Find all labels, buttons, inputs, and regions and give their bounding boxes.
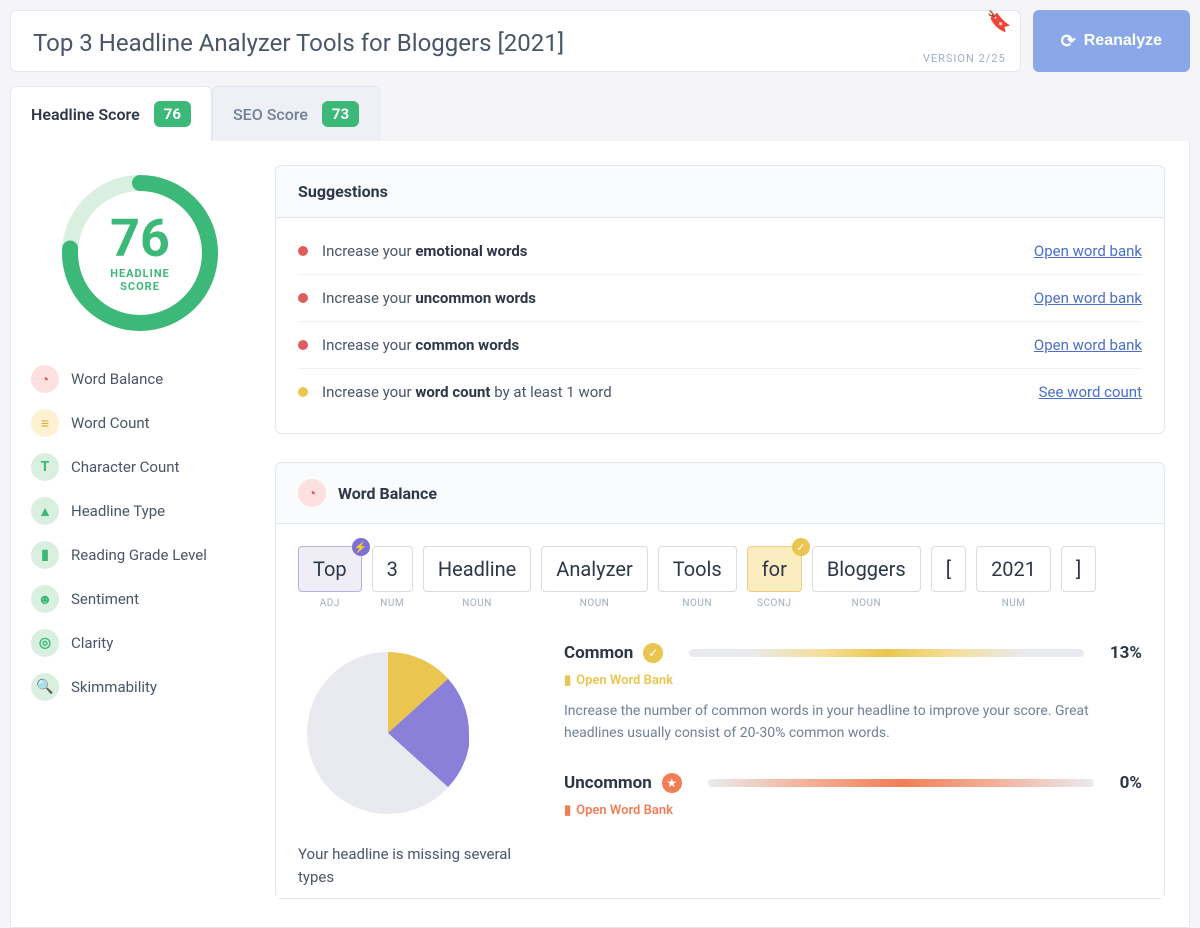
suggestion-row: Increase your common words Open word ban…	[298, 322, 1142, 369]
sidebar-item-sentiment[interactable]: ☻Sentiment	[25, 577, 255, 621]
book-icon: ▮	[564, 803, 571, 818]
word-token: ToolsNOUN	[658, 546, 737, 609]
word-token: [	[931, 546, 966, 609]
word-balance-panel: ◔ Word Balance ⚡TopADJ3NUMHeadlineNOUNAn…	[275, 462, 1165, 899]
word-token: ]	[1061, 546, 1096, 609]
status-dot	[298, 293, 308, 303]
word-token: ✓forSCONJ	[747, 546, 802, 609]
suggestions-title: Suggestions	[276, 166, 1164, 218]
sidebar: 76 HEADLINESCORE ◔Word Balance≡Word Coun…	[25, 165, 255, 927]
search-icon: 🔍	[31, 673, 59, 701]
book-icon: ▮	[31, 541, 59, 569]
metric-bar	[708, 779, 1094, 787]
smile-icon: ☻	[31, 585, 59, 613]
suggestion-row: Increase your word count by at least 1 w…	[298, 369, 1142, 415]
headline-input-box[interactable]: Top 3 Headline Analyzer Tools for Blogge…	[10, 10, 1021, 72]
version-label: VERSION 2/25	[923, 52, 1006, 65]
word-token: AnalyzerNOUN	[541, 546, 647, 609]
word-balance-title: Word Balance	[338, 484, 437, 503]
book-icon: ▮	[564, 673, 571, 688]
check-icon: ✓	[643, 643, 663, 663]
word-balance-pie	[298, 643, 478, 823]
open-word-bank-link[interactable]: ▮ Open Word Bank	[564, 803, 673, 818]
metric-common: Common ✓ 13% ▮ Open Word Bank Increase t…	[564, 643, 1142, 745]
suggestion-link[interactable]: Open word bank	[1034, 336, 1142, 354]
score-value: 76	[110, 213, 170, 265]
word-token: BloggersNOUN	[812, 546, 921, 609]
word-token: HeadlineNOUN	[423, 546, 531, 609]
bookmark-icon[interactable]: 🔖	[987, 9, 1012, 33]
score-tabs: Headline Score 76 SEO Score 73	[10, 86, 1200, 141]
pie-icon: ◔	[298, 479, 326, 507]
suggestion-link[interactable]: Open word bank	[1034, 289, 1142, 307]
T-icon: T	[31, 453, 59, 481]
lines-icon: ≡	[31, 409, 59, 437]
open-word-bank-link[interactable]: ▮ Open Word Bank	[564, 673, 673, 688]
sidebar-item-headline-type[interactable]: ▲Headline Type	[25, 489, 255, 533]
seo-score-badge: 73	[322, 101, 359, 127]
bolt-icon: ⚡	[352, 538, 370, 556]
status-dot	[298, 387, 308, 397]
pie-icon: ◔	[31, 365, 59, 393]
sidebar-item-reading-grade-level[interactable]: ▮Reading Grade Level	[25, 533, 255, 577]
reanalyze-label: Reanalyze	[1084, 32, 1162, 50]
word-token: ⚡TopADJ	[298, 546, 362, 609]
reanalyze-button[interactable]: ⟳ Reanalyze	[1033, 10, 1190, 72]
sidebar-item-clarity[interactable]: ◎Clarity	[25, 621, 255, 665]
metric-bar	[689, 649, 1084, 657]
target-icon: ◎	[31, 629, 59, 657]
status-dot	[298, 340, 308, 350]
star-icon: ★	[662, 773, 682, 793]
check-icon: ✓	[792, 538, 810, 556]
metric-uncommon: Uncommon ★ 0% ▮ Open Word Bank	[564, 773, 1142, 830]
word-token: 2021NUM	[976, 546, 1051, 609]
tab-seo-score[interactable]: SEO Score 73	[212, 86, 380, 141]
headline-score-badge: 76	[154, 101, 191, 127]
suggestion-link[interactable]: Open word bank	[1034, 242, 1142, 260]
score-circle: 76 HEADLINESCORE	[60, 173, 220, 333]
pie-caption: Your headline is missing several types	[298, 843, 528, 888]
tab-headline-score[interactable]: Headline Score 76	[10, 86, 212, 141]
word-token: 3NUM	[372, 546, 413, 609]
headline-text: Top 3 Headline Analyzer Tools for Blogge…	[33, 29, 998, 57]
sidebar-item-word-count[interactable]: ≡Word Count	[25, 401, 255, 445]
suggestion-row: Increase your emotional words Open word …	[298, 228, 1142, 275]
sidebar-item-skimmability[interactable]: 🔍Skimmability	[25, 665, 255, 709]
suggestions-panel: Suggestions Increase your emotional word…	[275, 165, 1165, 434]
refresh-icon: ⟳	[1061, 31, 1076, 52]
suggestion-row: Increase your uncommon words Open word b…	[298, 275, 1142, 322]
status-dot	[298, 246, 308, 256]
tri-icon: ▲	[31, 497, 59, 525]
sidebar-item-character-count[interactable]: TCharacter Count	[25, 445, 255, 489]
sidebar-item-word-balance[interactable]: ◔Word Balance	[25, 357, 255, 401]
suggestion-link[interactable]: See word count	[1039, 383, 1142, 401]
